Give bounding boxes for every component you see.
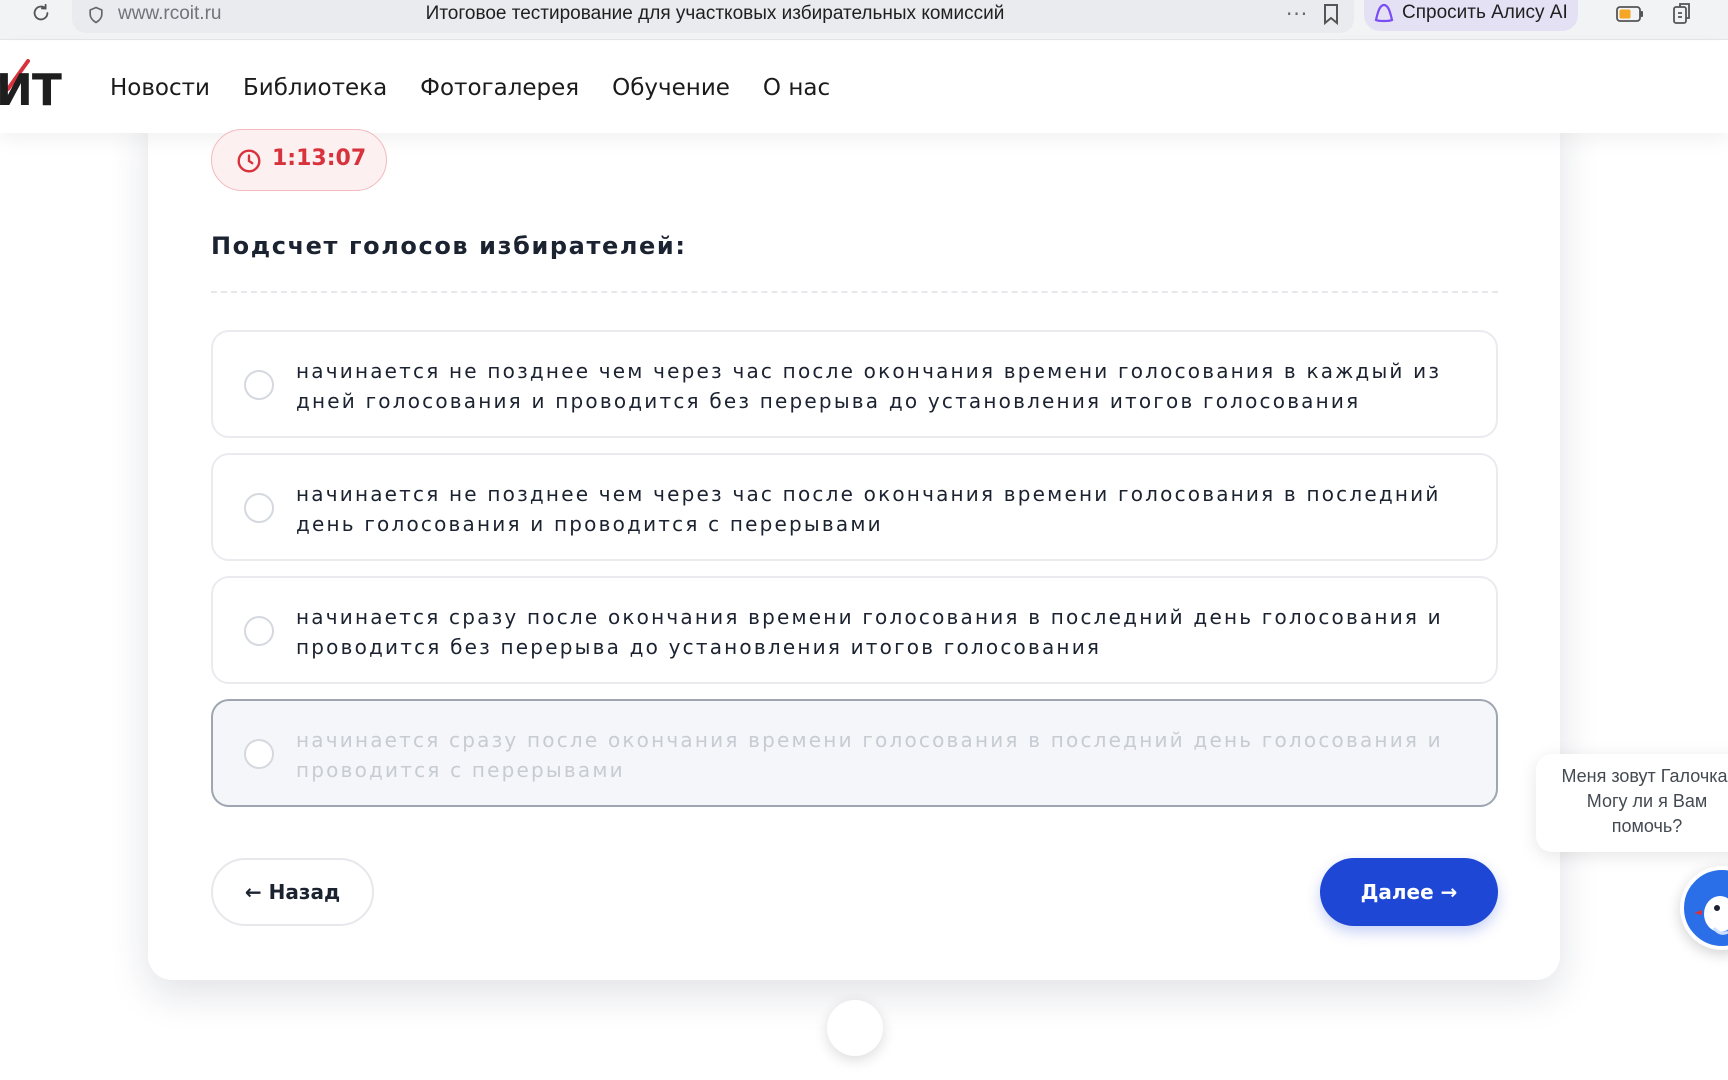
answer-option-2[interactable]: начинается не позднее чем через час посл… [211,453,1498,561]
nav-item-training[interactable]: Обучение [612,75,730,101]
radio-button[interactable] [244,493,274,523]
question-text: Подсчет голосов избирателей: [211,232,687,260]
next-button[interactable]: Далее → [1320,858,1498,926]
clock-icon [237,149,261,173]
answer-text: начинается не позднее чем через час посл… [296,359,1442,413]
ask-alice-label[interactable]: Спросить Алису AI [1402,2,1568,24]
nav-item-gallery[interactable]: Фотогалерея [420,75,579,101]
main-nav: Новости Библиотека Фотогалерея Обучение … [110,75,830,101]
answer-text: начинается не позднее чем через час посл… [296,482,1441,536]
scroll-handle[interactable] [827,1000,883,1056]
nav-item-library[interactable]: Библиотека [243,75,387,101]
answer-option-1[interactable]: начинается не позднее чем через час посл… [211,330,1498,438]
chat-greeting-bubble[interactable]: Меня зовут Галочка. Могу ли я Вам помочь… [1536,754,1728,852]
shield-icon [89,6,103,24]
radio-button[interactable] [244,370,274,400]
site-header: ИТ Новости Библиотека Фотогалерея Обучен… [0,41,1728,133]
radio-button[interactable] [244,739,274,769]
chat-line: Меня зовут Галочка. [1561,766,1728,786]
chat-assistant-button[interactable] [1680,866,1728,950]
timer-badge: 1:13:07 [211,129,387,191]
timer-value: 1:13:07 [272,146,367,171]
url-text[interactable]: www.rcoit.ru [118,3,221,25]
battery-icon [1616,6,1643,22]
extension-icon[interactable] [1670,1,1696,27]
answer-text: начинается сразу после окончания времени… [296,728,1443,782]
alice-icon [1374,3,1394,23]
more-icon[interactable]: ··· [1286,2,1308,26]
radio-button[interactable] [244,616,274,646]
nav-item-about[interactable]: О нас [763,75,830,101]
page-title: Итоговое тестирование для участковых изб… [425,3,1005,24]
divider [211,291,1498,293]
answer-text: начинается сразу после окончания времени… [296,605,1443,659]
nav-item-news[interactable]: Новости [110,75,210,101]
back-button[interactable]: ← Назад [211,858,374,926]
reload-icon[interactable] [30,2,52,24]
bookmark-icon[interactable] [1322,3,1340,25]
site-logo[interactable]: ИТ [0,65,62,116]
bird-icon [1694,896,1728,935]
answer-option-4[interactable]: начинается сразу после окончания времени… [211,699,1498,807]
chat-line: Могу ли я Вам [1586,791,1708,811]
chat-line: помочь? [1611,816,1683,836]
answer-option-3[interactable]: начинается сразу после окончания времени… [211,576,1498,684]
